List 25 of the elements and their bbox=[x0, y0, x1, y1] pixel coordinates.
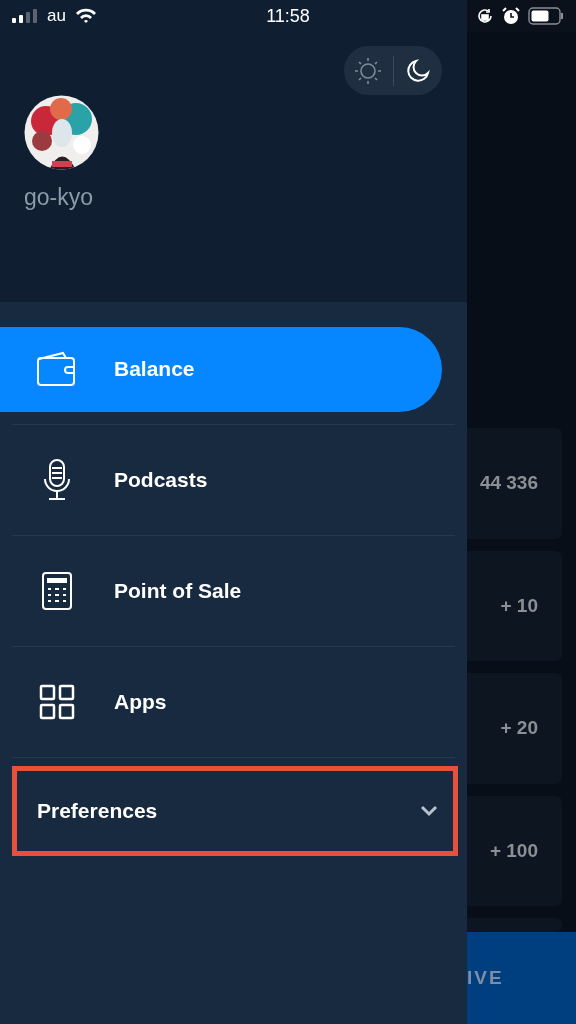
amount-card: 44 336 bbox=[467, 428, 562, 539]
menu-item[interactable]: Apps bbox=[0, 659, 442, 745]
signal-icon bbox=[12, 9, 38, 23]
user-name: go-kyo bbox=[24, 184, 94, 211]
preferences-item[interactable]: Preferences bbox=[12, 766, 458, 856]
wallet-icon bbox=[37, 351, 77, 387]
alarm-clock-icon bbox=[502, 7, 520, 25]
amount-card: + 10 bbox=[467, 550, 562, 662]
sun-icon bbox=[354, 56, 383, 85]
rotation-lock-icon bbox=[476, 7, 494, 25]
menu-item[interactable]: Point of Sale bbox=[0, 548, 442, 634]
menu-item[interactable]: Podcasts bbox=[0, 437, 442, 523]
carrier-label: au bbox=[47, 6, 66, 26]
chevron-down-icon bbox=[420, 805, 438, 817]
calculator-icon bbox=[42, 572, 72, 610]
apps-grid-icon bbox=[39, 684, 75, 720]
menu-item[interactable]: Balance bbox=[0, 326, 442, 412]
amount-card: + 20 bbox=[467, 673, 562, 784]
amount-card: + 100 bbox=[467, 795, 562, 907]
moon-icon bbox=[405, 58, 430, 83]
clock-time: 11:58 bbox=[266, 5, 310, 26]
bottom-button-label: IVE bbox=[467, 967, 504, 989]
battery-icon bbox=[528, 7, 564, 25]
wifi-icon bbox=[74, 8, 97, 24]
microphone-icon bbox=[43, 459, 71, 501]
